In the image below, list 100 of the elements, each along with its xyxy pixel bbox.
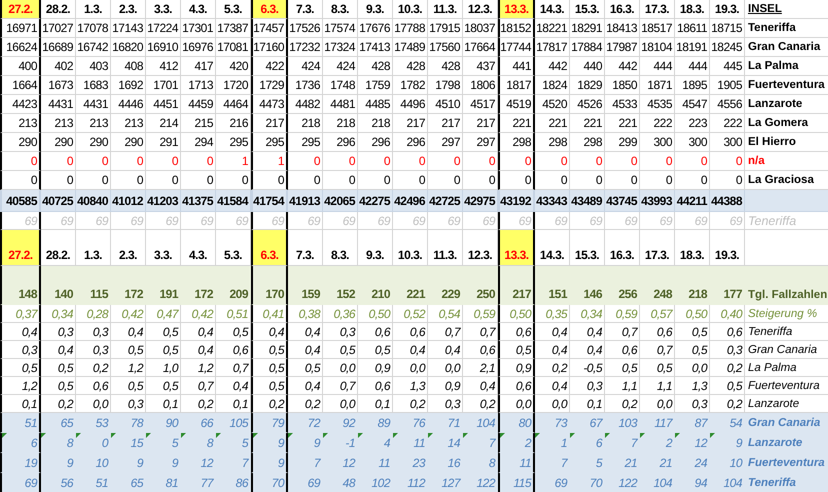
table-cell: 69 [181, 212, 216, 230]
column-header: 7.3. [288, 0, 323, 19]
table-cell: 1664 [0, 76, 41, 95]
table-cell: 0 [111, 152, 146, 171]
table-cell: 4517 [463, 95, 498, 114]
table-cell: 0,4 [181, 323, 216, 341]
table-cell: 1701 [146, 76, 181, 95]
table-cell: 4431 [76, 95, 111, 114]
table-cell: 4459 [181, 95, 216, 114]
table-cell: 217 [498, 266, 535, 305]
table-cell: 1,2 [111, 359, 146, 377]
table-cell: 0 [463, 152, 498, 171]
table-cell: 0,7 [605, 323, 640, 341]
table-cell: 441 [498, 57, 535, 76]
table-cell: 296 [393, 133, 428, 152]
table-cell: 298 [570, 133, 605, 152]
table-cell: 0,5 [251, 377, 288, 395]
table-cell: 43489 [570, 190, 605, 212]
table-cell: 17560 [428, 38, 463, 57]
table-cell: 0,4 [288, 323, 323, 341]
table-cell: 69 [41, 212, 76, 230]
table-cell: 18611 [675, 19, 710, 38]
table-cell: 218 [358, 114, 393, 133]
table-cell: 0,4 [216, 377, 251, 395]
table-cell: 69 [76, 212, 111, 230]
table-cell: 127 [428, 473, 463, 492]
table-cell: 17744 [498, 38, 535, 57]
table-cell: 0 [358, 152, 393, 171]
table-cell: 1,0 [146, 359, 181, 377]
table-cell: 295 [288, 133, 323, 152]
table-cell: 0,4 [570, 323, 605, 341]
table-cell: 0,5 [710, 377, 745, 395]
table-cell: 69 [605, 212, 640, 230]
column-header: 14.3. [535, 0, 570, 19]
table-cell: 0,2 [710, 359, 745, 377]
table-cell: 1759 [358, 76, 393, 95]
table-cell: 4533 [605, 95, 640, 114]
table-cell: 0,50 [358, 305, 393, 323]
table-cell: 42065 [323, 190, 358, 212]
table-cell: 291 [146, 133, 181, 152]
table-cell: 17526 [288, 19, 323, 38]
table-cell: 18245 [710, 38, 745, 57]
table-cell: 222 [710, 114, 745, 133]
table-cell: 41754 [251, 190, 288, 212]
table-cell: 0,40 [710, 305, 745, 323]
table-cell: 18191 [675, 38, 710, 57]
table-cell: 214 [146, 114, 181, 133]
table-cell: 442 [605, 57, 640, 76]
table-cell: 18715 [710, 19, 745, 38]
table-cell: 0,6 [463, 341, 498, 359]
table-cell: 43192 [498, 190, 535, 212]
table-cell: 1673 [41, 76, 76, 95]
table-cell: 0,5 [675, 341, 710, 359]
table-cell: 0,5 [605, 359, 640, 377]
column-header: 27.2. [0, 230, 41, 266]
table-cell: 0,3 [76, 341, 111, 359]
table-cell: 0,57 [640, 305, 675, 323]
table-cell: 296 [358, 133, 393, 152]
table-cell: 217 [463, 114, 498, 133]
table-cell: 0,9 [498, 359, 535, 377]
table-cell: 295 [251, 133, 288, 152]
table-cell: 0,5 [0, 359, 41, 377]
table-cell: 0,36 [323, 305, 358, 323]
table-cell: 4535 [640, 95, 675, 114]
table-cell: 0,50 [498, 305, 535, 323]
table-cell: 290 [76, 133, 111, 152]
row-label: Steigerung % [745, 305, 828, 323]
table-cell: 0 [535, 152, 570, 171]
table-cell: 69 [535, 473, 570, 492]
table-cell: 0,6 [358, 323, 393, 341]
table-cell: 0,47 [146, 305, 181, 323]
table-cell: 1829 [570, 76, 605, 95]
table-cell: 221 [535, 114, 570, 133]
row-label: Lanzarote [745, 95, 828, 114]
table-cell: 40840 [76, 190, 111, 212]
table-cell: 0,5 [111, 341, 146, 359]
table-cell: 41913 [288, 190, 323, 212]
table-cell: 0,6 [640, 323, 675, 341]
table-cell: 0 [675, 152, 710, 171]
table-cell: 1736 [288, 76, 323, 95]
table-cell: 0,6 [216, 341, 251, 359]
table-cell: 16820 [111, 38, 146, 57]
table-cell: 0,5 [41, 377, 76, 395]
table-cell: 0,4 [535, 323, 570, 341]
table-cell: 0,3 [76, 323, 111, 341]
table-cell: 296 [323, 133, 358, 152]
table-cell: 17224 [146, 19, 181, 38]
table-cell: 445 [710, 57, 745, 76]
table-cell: 4482 [288, 95, 323, 114]
table-cell: 69 [288, 473, 323, 492]
table-cell: 0,0 [675, 359, 710, 377]
table-cell: 0,5 [251, 359, 288, 377]
table-cell: 17027 [41, 19, 76, 38]
table-cell: 4496 [393, 95, 428, 114]
table-cell: 69 [570, 212, 605, 230]
column-header: 6.3. [251, 0, 288, 19]
row-label: Teneriffa [745, 19, 828, 38]
table-cell: 428 [393, 57, 428, 76]
table-cell: 1748 [323, 76, 358, 95]
table-cell: 0,9 [358, 359, 393, 377]
